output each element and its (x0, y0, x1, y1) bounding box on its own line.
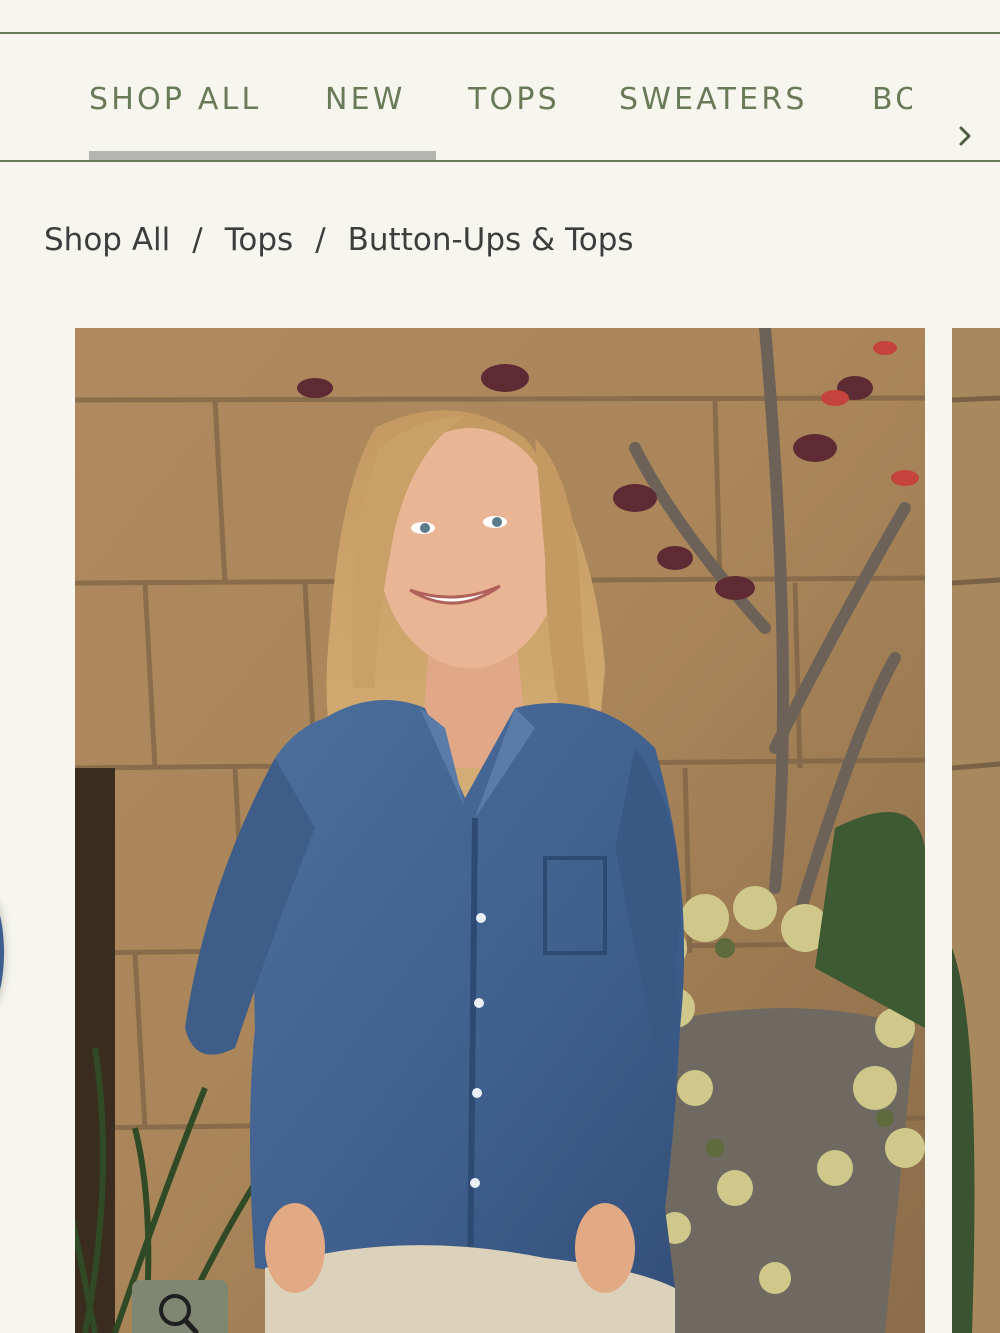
page: SHOP ALL NEW TOPS SWEATERS BO Shop All /… (0, 0, 1000, 1333)
breadcrumb-separator: / (315, 222, 326, 258)
next-product-image[interactable] (952, 328, 1000, 1333)
nav-fade (912, 34, 930, 160)
chevron-right-icon-svg (959, 126, 971, 146)
nav-item-new[interactable]: NEW (325, 82, 406, 118)
nav-item-shop-all[interactable]: SHOP ALL (89, 82, 261, 118)
nav-item-tops[interactable]: TOPS (468, 82, 560, 118)
chevron-right-icon[interactable] (950, 118, 980, 154)
category-nav: SHOP ALL NEW TOPS SWEATERS BO (0, 32, 1000, 162)
breadcrumb-button-ups-tops[interactable]: Button-Ups & Tops (348, 222, 634, 258)
previous-product-image[interactable] (0, 895, 4, 1010)
breadcrumb-shop-all[interactable]: Shop All (44, 222, 170, 258)
category-track: SHOP ALL NEW TOPS SWEATERS BO (0, 34, 930, 160)
breadcrumb-tops[interactable]: Tops (225, 222, 293, 258)
breadcrumb: Shop All / Tops / Button-Ups & Tops (44, 218, 634, 262)
nav-item-sweaters[interactable]: SWEATERS (619, 82, 808, 118)
product-image[interactable] (75, 328, 925, 1333)
magnifier-icon (159, 1294, 199, 1333)
zoom-button[interactable] (132, 1280, 228, 1333)
active-tab-indicator (89, 151, 436, 160)
breadcrumb-separator: / (192, 222, 203, 258)
next-product-illustration (952, 328, 1000, 1333)
product-photo-illustration (75, 328, 925, 1333)
